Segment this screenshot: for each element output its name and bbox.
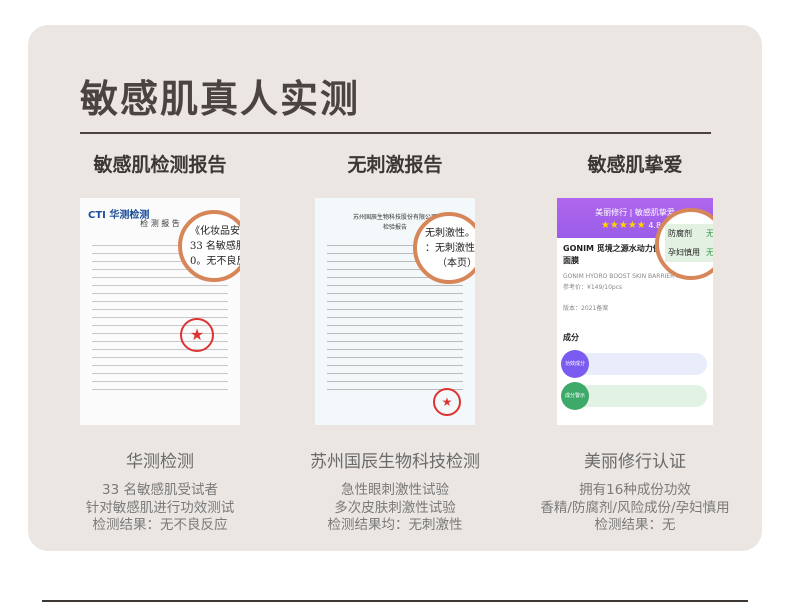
pill-label: 功效成分 [561,350,589,378]
desc-line: 多次皮肤刺激性试验 [334,499,456,516]
pill-label: 成分警示 [561,382,589,410]
desc-line: 香精/防腐剂/风险成份/孕妇慎用 [540,499,730,516]
desc-line: 针对敏感肌进行功效测试 [85,499,235,516]
magnifier-line: 无刺激性。 [425,228,475,239]
stamp-icon: ★ [180,318,214,352]
magnifier-line: 《化妆品安 [190,226,240,237]
row-value: 无 [706,226,713,241]
row-label: 孕妇慎用 [668,248,700,257]
magnifier: 无刺激性。 ：无刺激性。 （本页） [413,212,475,284]
desc-line: 检测结果：无不良反应 [92,517,228,533]
desc-line: 检测结果均：无刺激性 [327,517,463,533]
magnifier-row: 防腐剂 无 [665,224,713,243]
desc-line: 急性眼刺激性试验 [341,482,449,498]
column-label: 华测检测 [126,452,194,472]
row-label: 防腐剂 [668,229,692,238]
magnifier-line: （本页） [437,258,475,269]
column-label: 苏州国辰生物科技检测 [310,452,480,472]
page-title: 敏感肌真人实测 [80,77,361,121]
column-desc: 33 名敏感肌受试者 针对敏感肌进行功效测试 检测结果：无不良反应 [40,482,280,535]
pill-efficacy: 功效成分 [561,350,707,378]
bottom-divider [42,600,748,602]
stamp-icon: ★ [433,388,461,416]
column-guochen: 无刺激报告 苏州国辰生物科技股份有限公司 检验报告 ★ 无刺激性。 ：无刺激性。… [275,150,515,535]
ingredients-heading: 成分 [563,333,579,342]
column-desc: 急性眼刺激性试验 多次皮肤刺激性试验 检测结果均：无刺激性 [275,482,515,535]
pill-warning: 成分警示 [561,382,707,410]
bevol-app-image: 美丽修行 | 敏感肌挚爱 ★★★★★ 4.8分 GONIM 觅境之源水动力保湿肌… [557,198,713,425]
column-desc: 拥有16种成份功效 香精/防腐剂/风险成份/孕妇慎用 检测结果：无 [515,482,755,535]
magnifier-row: 孕妇慎用无 [665,243,713,262]
row-value: 无 [706,245,713,260]
divider [80,132,711,134]
magnifier-line: 0。无不良反应 [190,256,240,267]
magnifier-line: ：无刺激性。 [425,243,475,254]
column-cti: 敏感肌检测报告 CTI 华测检测 检 测 报 告 ★ 《化妆品安 33 名敏感肌… [40,150,280,535]
cti-report-image: CTI 华测检测 检 测 报 告 ★ 《化妆品安 33 名敏感肌受 0。无不良反… [80,198,240,425]
magnifier: 《化妆品安 33 名敏感肌受 0。无不良反应 [178,210,240,282]
version: 版本：2021备案 [563,305,609,312]
column-label: 美丽修行认证 [584,452,686,472]
star-rating-icon: ★★★★★ [600,220,646,231]
column-heading: 敏感肌检测报告 [93,154,227,176]
desc-line: 拥有16种成份功效 [579,482,691,498]
column-heading: 无刺激报告 [347,154,443,176]
desc-line: 检测结果：无 [594,517,676,533]
price: 参考价：¥149/10pcs [563,284,623,291]
column-bevol: 敏感肌挚爱 美丽修行 | 敏感肌挚爱 ★★★★★ 4.8分 GONIM 觅境之源… [515,150,755,535]
desc-line: 33 名敏感肌受试者 [102,482,218,498]
guochen-report-image: 苏州国辰生物科技股份有限公司 检验报告 ★ 无刺激性。 ：无刺激性。 （本页） [315,198,475,425]
column-heading: 敏感肌挚爱 [587,154,683,176]
magnifier-line: 33 名敏感肌受 [190,241,240,252]
